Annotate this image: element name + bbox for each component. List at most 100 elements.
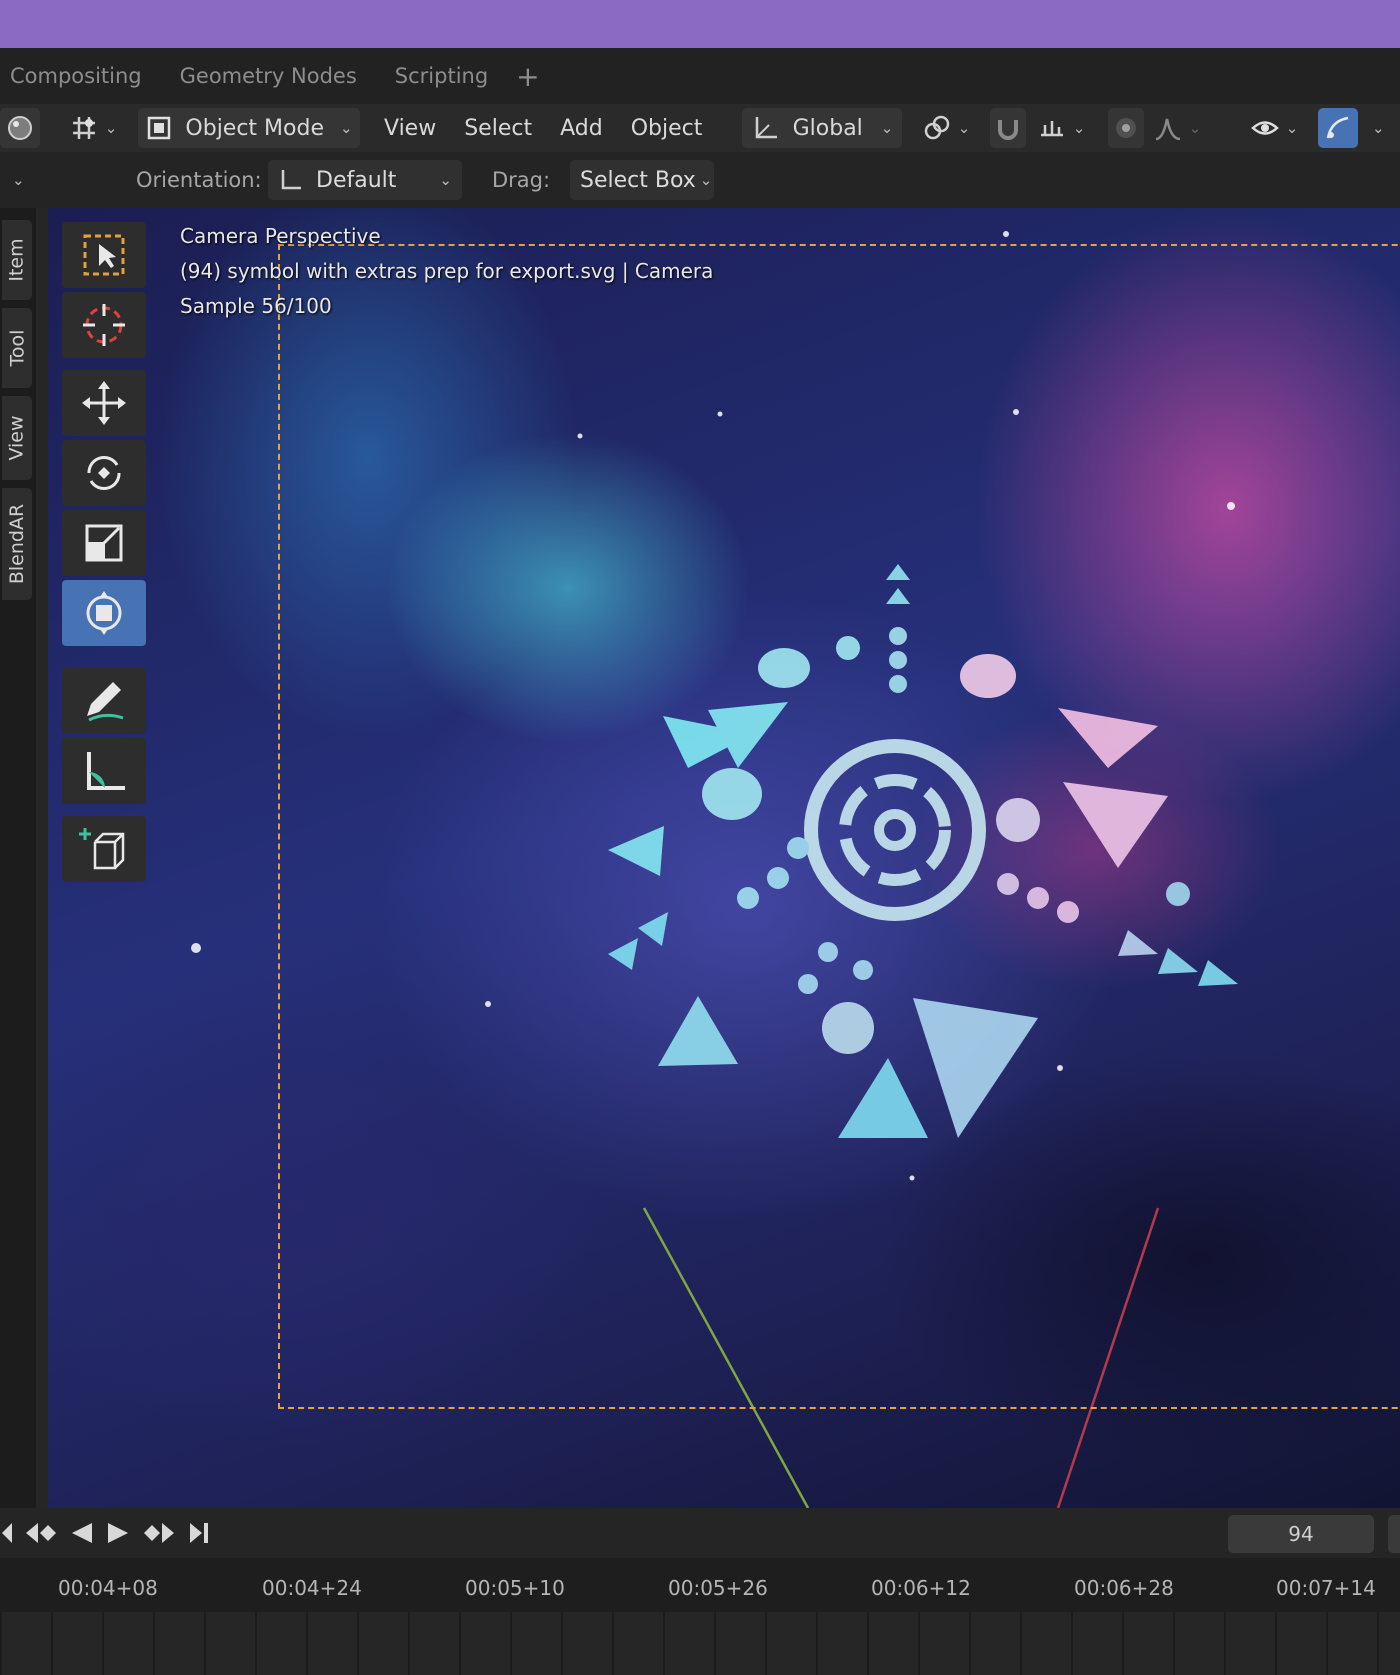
tool-settings-bar: ⌄ Orientation: Default ⌄ Drag: Select Bo… <box>0 152 1400 208</box>
orientation-label: Global <box>792 115 863 141</box>
snap-increment-icon <box>1040 121 1063 137</box>
chevron-down-icon: ⌄ <box>104 119 118 137</box>
tool-move[interactable] <box>62 370 146 436</box>
chevron-down-icon[interactable]: ⌄ <box>1372 119 1385 137</box>
sidebar-tab-view[interactable]: View <box>2 396 32 480</box>
timeline-tick: 00:06+28 <box>1074 1576 1174 1600</box>
mode-dropdown[interactable]: Object Mode ⌄ <box>138 108 360 148</box>
magnet-icon <box>998 120 1018 140</box>
sphere-icon <box>8 116 32 140</box>
title-bar <box>0 0 1400 48</box>
select-box-icon <box>83 234 125 276</box>
play-reverse-icon[interactable] <box>66 1520 96 1546</box>
mode-label: Object Mode <box>185 115 324 141</box>
timeline-tracks[interactable] <box>0 1612 1400 1675</box>
jump-start-icon[interactable] <box>0 1520 14 1546</box>
sidebar-gap <box>36 208 48 1508</box>
transform-icon <box>86 591 122 635</box>
chevron-down-icon: ⌄ <box>957 119 971 137</box>
add-workspace-button[interactable]: + <box>516 60 539 93</box>
playback-controls <box>0 1516 212 1550</box>
measure-icon <box>87 752 125 790</box>
gizmo-toggle[interactable] <box>1318 108 1358 148</box>
orientation-setting-label: Orientation: <box>136 168 262 192</box>
tool-transform[interactable] <box>62 580 146 646</box>
prev-keyframe-icon[interactable] <box>22 1520 58 1546</box>
sidebar-tab-tool[interactable]: Tool <box>2 308 32 388</box>
annotate-icon <box>87 682 124 722</box>
snap-target-dropdown[interactable]: ⌄ <box>1030 108 1092 148</box>
tool-measure[interactable] <box>62 738 146 804</box>
visibility-dropdown[interactable]: ⌄ <box>1246 108 1302 148</box>
chevron-down-icon: ⌄ <box>1188 119 1202 137</box>
drag-setting-dropdown[interactable]: Select Box ⌄ <box>570 160 714 200</box>
jump-end-icon[interactable] <box>186 1520 212 1546</box>
menu-view[interactable]: View <box>384 116 436 141</box>
tool-annotate[interactable] <box>62 668 146 734</box>
falloff-curve-icon <box>1155 118 1180 141</box>
pivot-point-button[interactable]: ⌄ <box>918 108 974 148</box>
falloff-dropdown[interactable]: ⌄ <box>1150 108 1204 148</box>
menu-object[interactable]: Object <box>631 116 703 141</box>
move-icon <box>82 381 126 425</box>
tool-add-cube[interactable] <box>62 816 146 882</box>
tool-scale[interactable] <box>62 510 146 576</box>
menu-select[interactable]: Select <box>464 116 532 141</box>
chevron-down-icon: ⌄ <box>340 119 353 137</box>
drag-setting-label: Drag: <box>492 168 551 192</box>
chevron-down-icon[interactable]: ⌄ <box>12 171 25 189</box>
viewport-info-object: (94) symbol with extras prep for export.… <box>180 259 714 283</box>
orientation-setting-dropdown[interactable]: Default ⌄ <box>268 160 462 200</box>
play-icon[interactable] <box>104 1520 134 1546</box>
timeline-tick: 00:05+26 <box>668 1576 768 1600</box>
timeline-tick: 00:04+24 <box>262 1576 362 1600</box>
transform-orientation-dropdown[interactable]: Global ⌄ <box>742 108 902 148</box>
scale-icon <box>85 524 123 562</box>
orientation-axes-icon <box>755 117 777 139</box>
timeline-tick: 00:04+08 <box>58 1576 158 1600</box>
tab-scripting[interactable]: Scripting <box>395 64 488 88</box>
workspace-tabs: Compositing Geometry Nodes Scripting + <box>0 48 1400 104</box>
transform-pivot-button[interactable]: ⌄ <box>64 108 122 148</box>
add-cube-icon <box>79 828 125 870</box>
frame-field-edge[interactable] <box>1388 1515 1400 1553</box>
chevron-down-icon: ⌄ <box>1285 119 1299 137</box>
tab-compositing[interactable]: Compositing <box>10 64 142 88</box>
sidebar-tabs: Item Tool View BlendAR <box>0 208 36 1508</box>
tool-select-box[interactable] <box>62 222 146 288</box>
chevron-down-icon: ⌄ <box>880 119 894 137</box>
object-mode-icon <box>148 116 171 140</box>
orientation-setting-value: Default <box>316 167 397 193</box>
orientation-axes-icon <box>281 170 301 190</box>
proportional-edit-toggle[interactable] <box>1108 108 1144 148</box>
viewport-3d[interactable]: Camera Perspective (94) symbol with extr… <box>48 208 1400 1508</box>
chevron-down-icon: ⌄ <box>439 171 452 189</box>
tool-rotate[interactable] <box>62 440 146 506</box>
sidebar-tab-blendar[interactable]: BlendAR <box>2 488 32 600</box>
pivot-icon <box>72 117 95 139</box>
timeline-header <box>0 1508 1400 1558</box>
eye-icon <box>1250 121 1279 135</box>
chevron-down-icon: ⌄ <box>1072 119 1086 137</box>
snap-toggle[interactable] <box>990 108 1026 148</box>
editor-type-button[interactable] <box>0 108 40 148</box>
current-frame-field[interactable]: 94 <box>1228 1515 1374 1553</box>
viewport-header: ⌄ Object Mode ⌄ View Select Add Object G… <box>0 104 1400 152</box>
tool-cursor[interactable] <box>62 292 146 358</box>
drag-setting-value: Select Box <box>580 167 696 193</box>
tab-geometry-nodes[interactable]: Geometry Nodes <box>180 64 357 88</box>
camera-frame <box>278 244 1400 1409</box>
timeline-tick: 00:06+12 <box>871 1576 971 1600</box>
link-icon <box>924 115 949 140</box>
menu-add[interactable]: Add <box>560 116 603 141</box>
rotate-icon <box>87 455 121 491</box>
proportional-circle-icon <box>1116 118 1136 138</box>
gizmo-icon <box>1326 116 1349 139</box>
sidebar-tab-item[interactable]: Item <box>2 220 32 300</box>
timeline-tick: 00:05+10 <box>465 1576 565 1600</box>
viewport-menus: View Select Add Object <box>370 116 716 141</box>
chevron-down-icon: ⌄ <box>699 171 713 189</box>
viewport-info-samples: Sample 56/100 <box>180 294 332 318</box>
next-keyframe-icon[interactable] <box>142 1520 178 1546</box>
timeline-tick: 00:07+14 <box>1276 1576 1376 1600</box>
